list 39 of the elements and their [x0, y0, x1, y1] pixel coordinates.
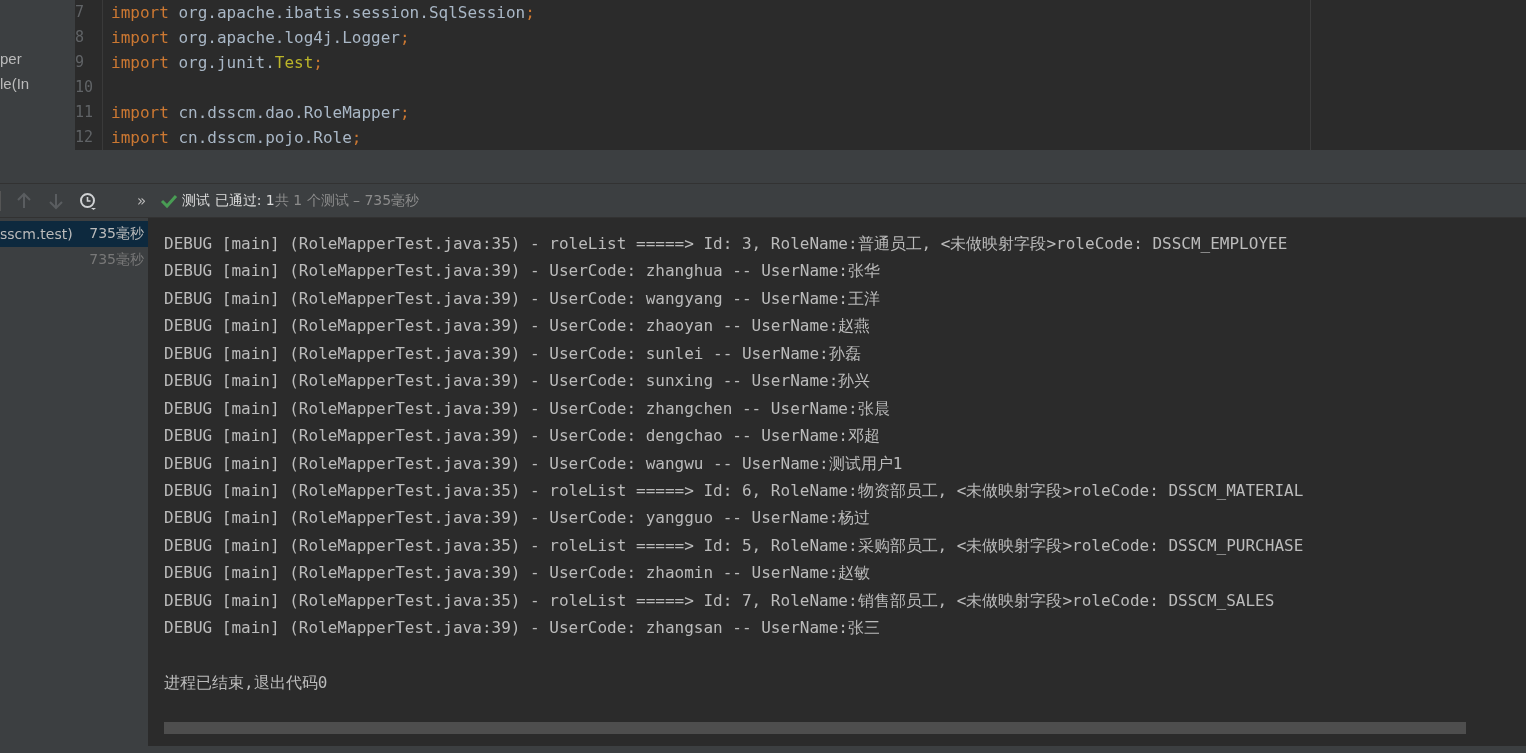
test-tree-row[interactable]: sscm.test) 735毫秒: [0, 221, 148, 247]
line-number: 11: [75, 102, 95, 123]
log-line: DEBUG [main] (RoleMapperTest.java:35) - roleList =====> Id: 6, RoleName:物资部员工, <未做映射字段>roleCode: DSSCM_MATERIAL: [164, 480, 1304, 500]
log-line: DEBUG [main] (RoleMapperTest.java:39) - UserCode: wangwu -- UserName:测试用户1: [164, 453, 903, 473]
log-line: DEBUG [main] (RoleMapperTest.java:39) - UserCode: zhanghua -- UserName:张华: [164, 261, 880, 281]
log-line: DEBUG [main] (RoleMapperTest.java:39) - UserCode: yangguo -- UserName:杨过: [164, 508, 871, 528]
up-arrow-icon[interactable]: [15, 191, 33, 210]
log-line: DEBUG [main] (RoleMapperTest.java:39) - UserCode: sunlei -- UserName:孙磊: [164, 343, 861, 363]
log-line: DEBUG [main] (RoleMapperTest.java:39) - UserCode: wangyang -- UserName:王洋: [164, 288, 880, 308]
code-line: import cn.dsscm.dao.RoleMapper;: [111, 103, 410, 122]
test-duration: 735毫秒: [89, 251, 144, 269]
line-number: 10: [75, 77, 95, 98]
test-duration: 735毫秒: [89, 225, 144, 243]
code-line: import org.apache.log4j.Logger;: [111, 28, 410, 47]
line-number: 8: [75, 27, 86, 48]
log-line: DEBUG [main] (RoleMapperTest.java:35) - roleList =====> Id: 7, RoleName:销售部员工, <未做映射字段>roleCode: DSSCM_SALES: [164, 590, 1275, 610]
process-exit-message: 进程已结束,退出代码0: [164, 673, 328, 692]
clock-icon[interactable]: [79, 191, 97, 210]
log-line: DEBUG [main] (RoleMapperTest.java:39) - UserCode: sunxing -- UserName:孙兴: [164, 371, 871, 391]
line-number: 12: [75, 127, 95, 148]
log-line: DEBUG [main] (RoleMapperTest.java:39) - UserCode: zhangsan -- UserName:张三: [164, 618, 880, 638]
line-number: 7: [75, 2, 86, 23]
code-line: import org.junit.Test;: [111, 53, 323, 72]
log-line: DEBUG [main] (RoleMapperTest.java:39) - UserCode: zhaomin -- UserName:赵敏: [164, 563, 871, 583]
code-line: import cn.dsscm.pojo.Role;: [111, 128, 362, 147]
log-line: DEBUG [main] (RoleMapperTest.java:39) - UserCode: zhaoyan -- UserName:赵燕: [164, 316, 871, 336]
more-button[interactable]: »: [137, 191, 147, 210]
log-line: DEBUG [main] (RoleMapperTest.java:35) - roleList =====> Id: 5, RoleName:采购部员工, <未做映射字段>roleCode: DSSCM_PURCHASE: [164, 535, 1304, 555]
line-number: 9: [75, 52, 86, 73]
log-line: DEBUG [main] (RoleMapperTest.java:39) - UserCode: zhangchen -- UserName:张晨: [164, 398, 890, 418]
tree-item[interactable]: per: [0, 46, 75, 71]
code-line: import org.apache.ibatis.session.SqlSession;: [111, 3, 535, 22]
down-arrow-icon[interactable]: [47, 191, 65, 210]
scrollbar-thumb[interactable]: [164, 722, 1466, 734]
log-line: DEBUG [main] (RoleMapperTest.java:35) - roleList =====> Id: 3, RoleName:普通员工, <未做映射字段>roleCode: DSSCM_EMPLOYEE: [164, 234, 1288, 253]
tree-item[interactable]: le(In: [0, 71, 75, 96]
test-status: 测试 已通过: 1共 1 个测试 – 735毫秒: [182, 191, 420, 210]
log-line: DEBUG [main] (RoleMapperTest.java:39) - UserCode: dengchao -- UserName:邓超: [164, 426, 880, 446]
test-name: sscm.test): [0, 226, 73, 242]
